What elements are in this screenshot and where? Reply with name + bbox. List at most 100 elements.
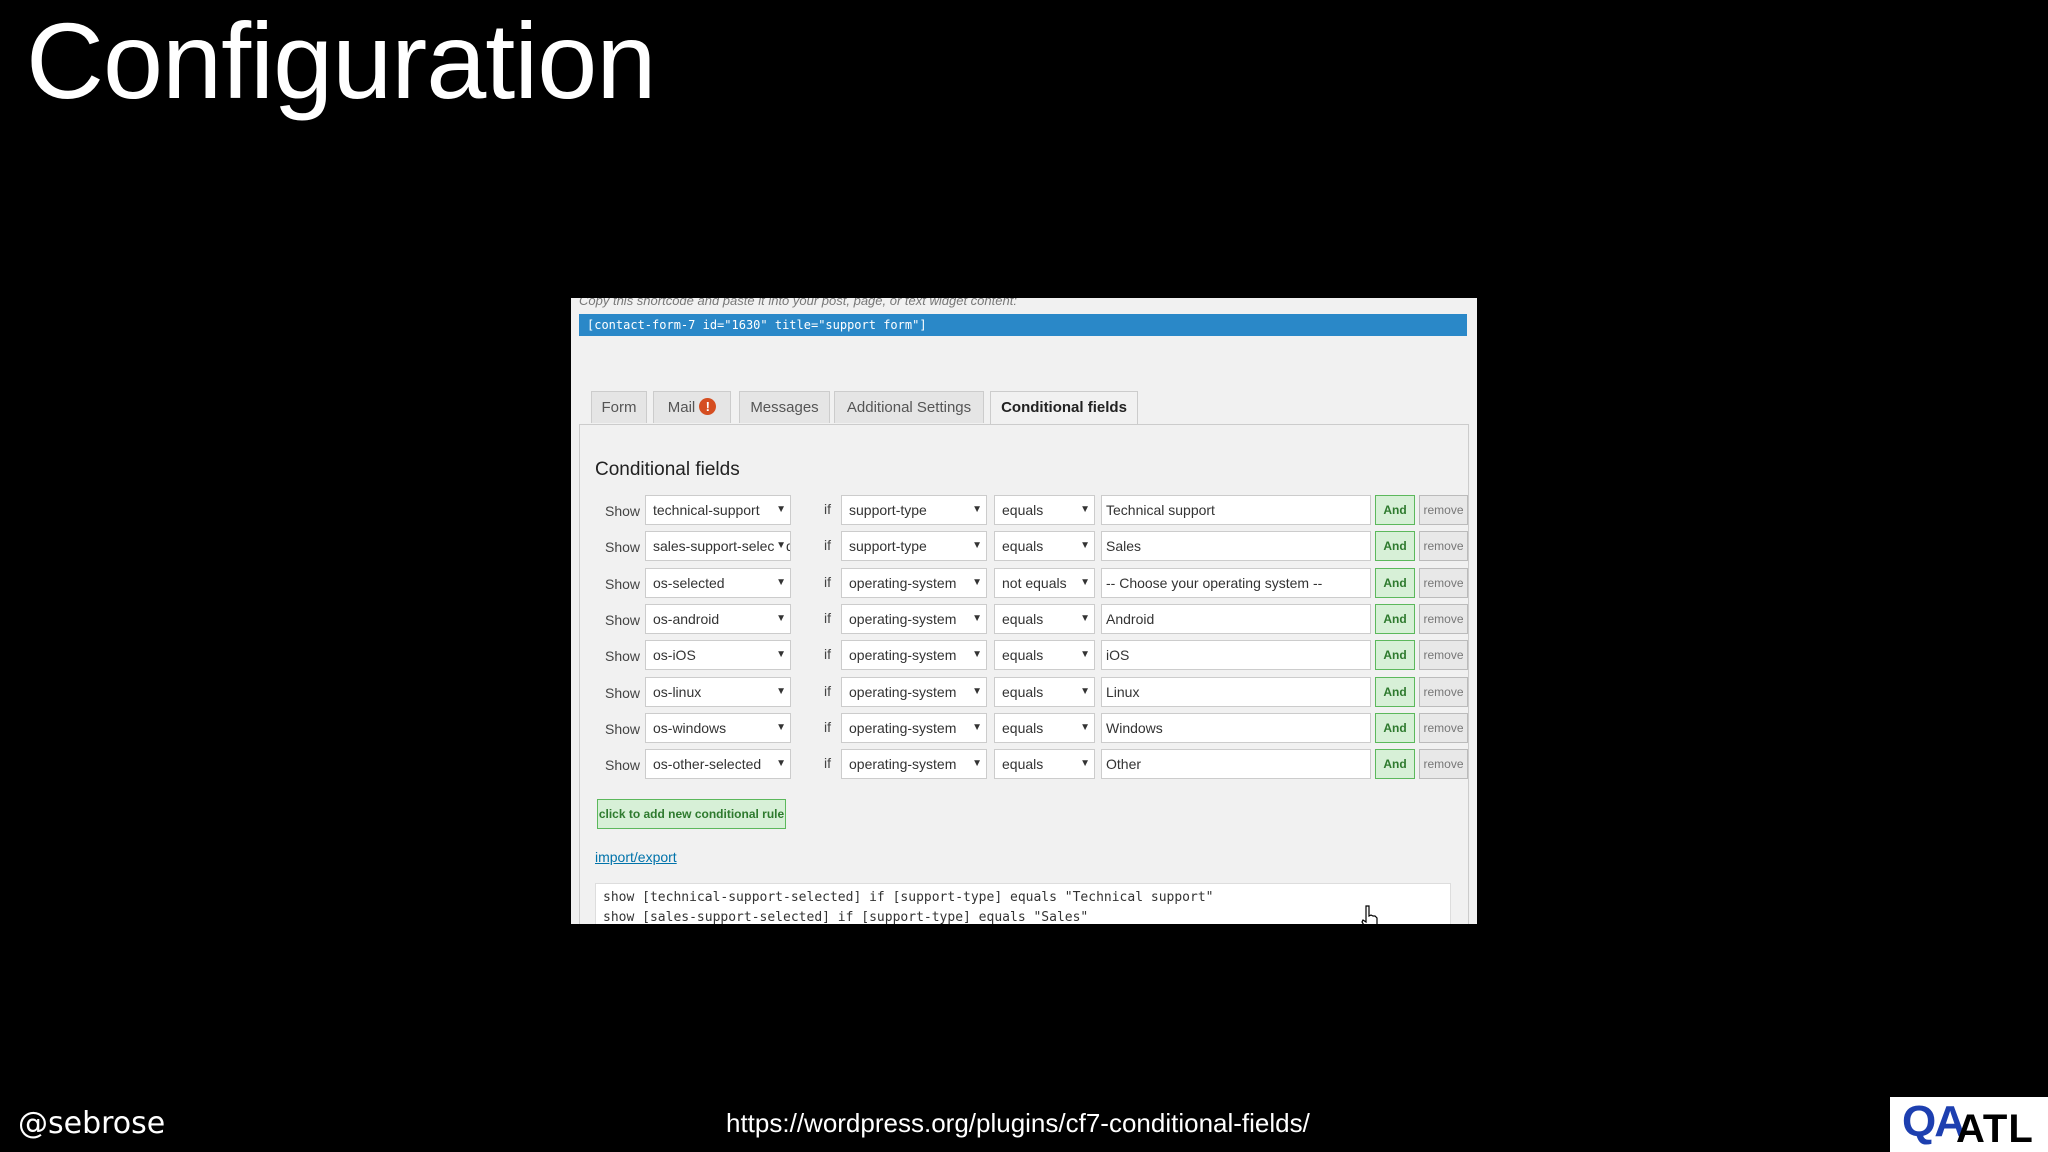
target-group-select[interactable]: os-android ▼ [645,603,791,634]
conditional-rule-row: Show technical-support ▼ if support-type ▼ equ… [595,495,1468,527]
rules-text-area[interactable]: show [technical-support-selected] if [su… [595,883,1451,924]
show-label: Show [605,648,641,665]
import-export-link[interactable]: import/export [595,849,677,865]
conditional-rule-row: Show os-android ▼ if operating-system ▼ equals… [595,603,1468,636]
remove-button[interactable]: remove [1419,603,1468,634]
show-label: Show [605,539,641,556]
operator-select[interactable]: equals ▼ [994,676,1095,707]
add-rule-button[interactable]: click to add new conditional rule [597,799,786,829]
tab-conditional-fields[interactable]: Conditional fields [990,391,1138,425]
field-select[interactable]: operating-system ▼ [841,749,987,780]
tab-additional-settings[interactable]: Additional Settings [834,391,984,423]
field-select[interactable]: support-type ▼ [841,495,987,525]
select-value: equals [1002,756,1044,773]
select-value: os-linux [653,683,702,700]
select-value: equals [1002,610,1044,627]
conditional-rule-row: Show os-iOS ▼ if operating-system ▼ equals ▼ iOS… [595,640,1468,672]
value-input[interactable]: -- Choose your operating system -- [1101,567,1371,598]
and-button[interactable]: And [1375,567,1415,598]
and-button[interactable]: And [1375,640,1415,671]
operator-select[interactable]: equals ▼ [994,712,1095,743]
conditional-fields-panel: Conditional fields Show technical-support… [579,424,1469,924]
field-select[interactable]: support-type ▼ [841,531,987,562]
and-button[interactable]: And [1375,749,1415,780]
dropdown-arrow-icon: ▼ [970,496,982,524]
target-group-select[interactable]: technical-support ▼ [645,495,791,525]
if-label: if [824,537,831,554]
target-group-select[interactable]: os-linux ▼ [645,676,791,707]
panel-title: Conditional fields [595,459,740,480]
field-select[interactable]: operating-system ▼ [841,676,987,707]
operator-select[interactable]: equals ▼ [994,495,1095,525]
tab-mail[interactable]: Mail! [653,391,731,423]
show-label: Show [605,757,641,774]
value-input[interactable]: Windows [1101,712,1371,743]
dropdown-arrow-icon: ▼ [970,713,982,742]
author-handle: @sebrose [18,1106,166,1141]
dropdown-arrow-icon: ▼ [774,496,786,524]
value-input[interactable]: iOS [1101,640,1371,671]
operator-select[interactable]: equals ▼ [994,603,1095,634]
and-button[interactable]: And [1375,676,1415,707]
tab-label: Conditional fields [1001,399,1127,416]
operator-select[interactable]: equals ▼ [994,531,1095,562]
select-value: operating-system [849,683,957,700]
field-select[interactable]: operating-system ▼ [841,603,987,634]
remove-button[interactable]: remove [1419,531,1468,562]
dropdown-arrow-icon: ▼ [1078,604,1090,633]
show-label: Show [605,720,641,737]
dropdown-arrow-icon: ▼ [1078,641,1090,670]
logo-qa-text: QA [1902,1097,1966,1146]
tab-messages[interactable]: Messages [739,391,830,423]
and-button[interactable]: And [1375,531,1415,562]
value-input[interactable]: Technical support [1101,495,1371,525]
operator-select[interactable]: equals ▼ [994,749,1095,780]
dropdown-arrow-icon: ▼ [1078,568,1090,597]
dropdown-arrow-icon: ▼ [970,568,982,597]
target-group-select[interactable]: os-other-selected ▼ [645,749,791,780]
remove-button[interactable]: remove [1419,749,1468,780]
value-input[interactable]: Sales [1101,531,1371,562]
remove-button[interactable]: remove [1419,712,1468,743]
show-label: Show [605,684,641,701]
target-group-select[interactable]: os-windows ▼ [645,712,791,743]
and-button[interactable]: And [1375,712,1415,743]
remove-button[interactable]: remove [1419,567,1468,598]
field-select[interactable]: operating-system ▼ [841,567,987,598]
select-value: equals [1002,502,1044,518]
tab-label: Additional Settings [846,399,972,416]
and-button[interactable]: And [1375,603,1415,634]
select-value: operating-system [849,574,957,591]
value-input[interactable]: Other [1101,749,1371,780]
target-group-select[interactable]: os-iOS ▼ [645,640,791,671]
qaatl-logo: QA ATL [1890,1097,2048,1152]
operator-select[interactable]: equals ▼ [994,640,1095,671]
select-value: os-selected [653,574,725,591]
logo-atl-text: ATL [1956,1107,2034,1151]
and-button[interactable]: And [1375,495,1415,525]
value-input[interactable]: Android [1101,603,1371,634]
field-select[interactable]: operating-system ▼ [841,640,987,671]
select-value: sales-support-selected [653,538,791,555]
remove-button[interactable]: remove [1419,495,1468,525]
select-value: support-type [849,502,927,518]
tab-label: Mail [667,399,696,416]
select-value: equals [1002,719,1044,736]
field-select[interactable]: operating-system ▼ [841,712,987,743]
remove-button[interactable]: remove [1419,640,1468,671]
select-value: operating-system [849,719,957,736]
dropdown-arrow-icon: ▼ [970,532,982,561]
operator-select[interactable]: not equals ▼ [994,567,1095,598]
target-group-select[interactable]: sales-support-selected ▼ [645,531,791,562]
target-group-select[interactable]: os-selected ▼ [645,567,791,598]
shortcode-field[interactable]: [contact-form-7 id="1630" title="support… [579,314,1467,336]
dropdown-arrow-icon: ▼ [1078,713,1090,742]
show-label: Show [605,503,641,519]
hand-cursor-icon [1361,905,1378,924]
show-label: Show [605,611,641,628]
if-label: if [824,755,831,772]
value-input[interactable]: Linux [1101,676,1371,707]
dropdown-arrow-icon: ▼ [774,568,786,597]
remove-button[interactable]: remove [1419,676,1468,707]
tab-form[interactable]: Form [591,391,647,423]
